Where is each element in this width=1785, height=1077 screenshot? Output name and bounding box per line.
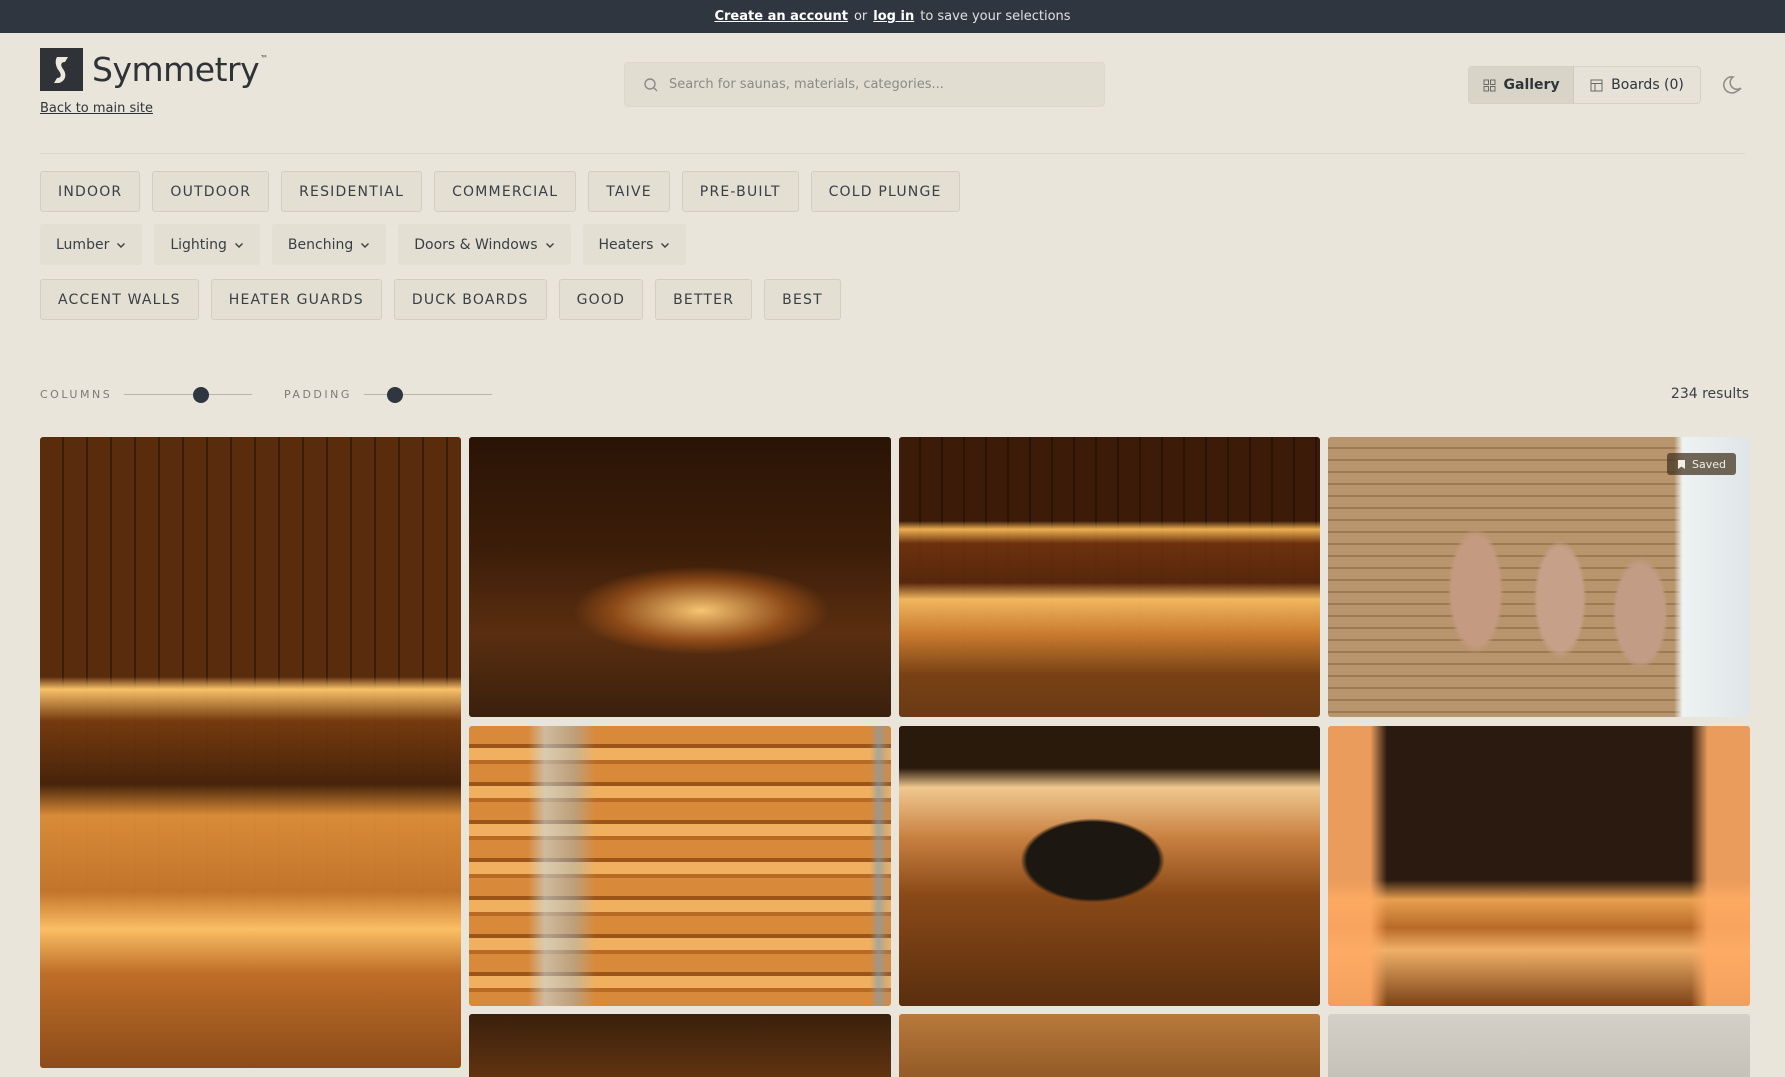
banner-or-text: or [853,9,868,24]
filter-chip-indoor[interactable]: INDOOR [40,171,141,212]
gallery-view-button[interactable]: Gallery [1469,67,1575,103]
filter-chip-pre-built[interactable]: PRE-BUILT [681,171,799,212]
columns-label: COLUMNS [40,388,113,401]
results-count: 234 results [1670,386,1749,402]
gallery-image[interactable] [469,437,891,717]
dropdown-label: Benching [287,236,354,253]
filter-chip-heater-guards[interactable]: HEATER GUARDS [210,279,382,320]
gallery-image[interactable] [469,726,891,1006]
dropdown-label: Lumber [56,236,110,253]
gallery-label: Gallery [1503,77,1560,93]
view-toggle: Gallery Boards (0) [1468,66,1701,104]
filter-chip-best[interactable]: BEST [764,279,841,320]
symmetry-logo-icon [40,48,83,91]
dropdown-label: Heaters [598,236,654,253]
brand-logo[interactable]: Symmetry™ [40,48,268,91]
chevron-down-icon [361,242,370,248]
gallery-image[interactable] [899,1014,1320,1077]
search-icon [644,77,658,91]
board-icon [1590,79,1603,91]
dropdown-lumber[interactable]: Lumber [40,224,143,265]
gallery-image[interactable] [469,1014,891,1077]
search-bar[interactable] [624,62,1105,107]
saved-badge[interactable]: Saved [1667,453,1736,475]
chevron-down-icon [661,242,670,248]
padding-label: PADDING [284,388,352,401]
banner-suffix-text: to save your selections [920,9,1071,24]
filter-chip-better[interactable]: BETTER [655,279,753,320]
material-dropdowns: Lumber Lighting Benching Doors & Windows… [40,224,687,265]
chevron-down-icon [545,242,554,248]
filter-chip-good[interactable]: GOOD [558,279,644,320]
columns-slider-thumb[interactable] [192,387,209,403]
gallery-image[interactable] [899,726,1320,1006]
dropdown-heaters[interactable]: Heaters [582,224,687,265]
padding-slider-thumb[interactable] [386,387,403,403]
search-input[interactable] [669,77,1089,92]
grid-icon [1483,79,1496,91]
saved-label: Saved [1692,457,1726,471]
top-banner: Create an account or log in to save your… [0,0,1785,33]
dropdown-label: Lighting [170,236,227,253]
gallery-image[interactable] [40,437,461,1068]
create-account-link[interactable]: Create an account [714,9,848,24]
brand-name: Symmetry™ [92,50,268,89]
tag-filters: ACCENT WALLS HEATER GUARDS DUCK BOARDS G… [40,279,841,320]
chevron-down-icon [117,242,126,248]
boards-view-button[interactable]: Boards (0) [1574,67,1700,103]
filter-chip-taive[interactable]: TAIVE [588,171,670,212]
log-in-link[interactable]: log in [873,9,914,24]
filter-chip-residential[interactable]: RESIDENTIAL [281,171,423,212]
gallery-image[interactable] [1328,1014,1750,1077]
moon-icon[interactable] [1723,74,1745,96]
header-divider [40,153,1745,154]
filter-chip-commercial[interactable]: COMMERCIAL [434,171,577,212]
chevron-down-icon [234,242,243,248]
gallery-image[interactable] [1328,726,1750,1006]
columns-slider-track[interactable] [124,394,252,395]
filter-chip-duck-boards[interactable]: DUCK BOARDS [393,279,547,320]
filter-chip-outdoor[interactable]: OUTDOOR [152,171,270,212]
padding-slider-track[interactable] [364,394,492,395]
gallery-image[interactable]: Saved [1328,437,1750,717]
filter-chip-accent-walls[interactable]: ACCENT WALLS [40,279,199,320]
dropdown-benching[interactable]: Benching [271,224,387,265]
filter-chip-cold-plunge[interactable]: COLD PLUNGE [810,171,960,212]
dropdown-doors-windows[interactable]: Doors & Windows [398,224,571,265]
dropdown-label: Doors & Windows [414,236,538,253]
gallery-image[interactable] [899,437,1320,717]
boards-label: Boards (0) [1611,77,1684,93]
category-filters: INDOOR OUTDOOR RESIDENTIAL COMMERCIAL TA… [40,171,960,212]
dropdown-lighting[interactable]: Lighting [154,224,260,265]
back-to-main-site-link[interactable]: Back to main site [40,101,153,116]
bookmark-icon [1678,459,1686,469]
